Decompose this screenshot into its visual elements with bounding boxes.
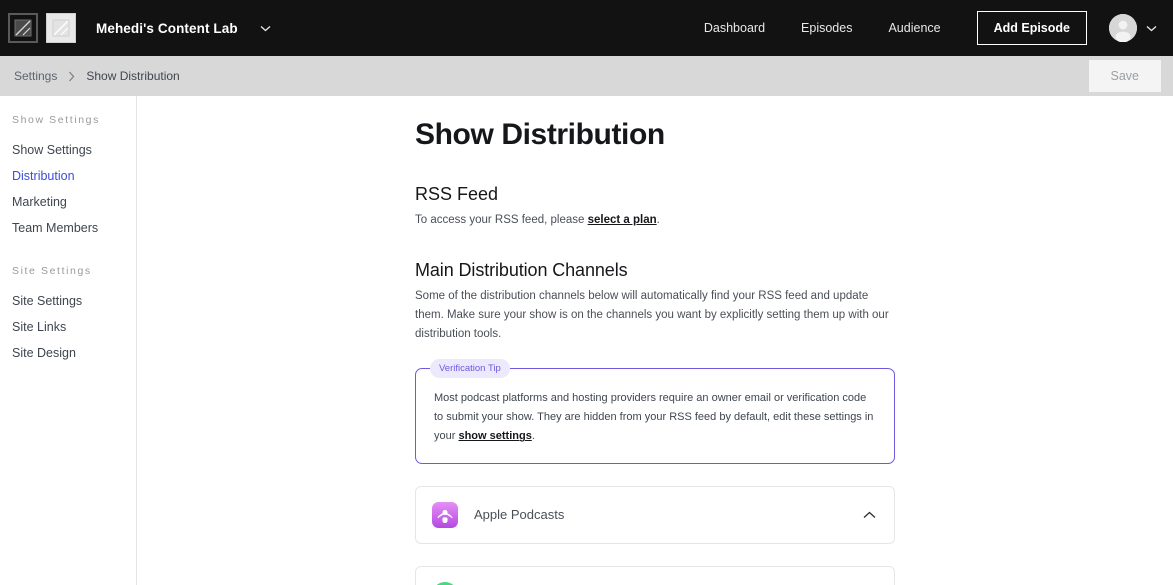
top-navigation-bar: Mehedi's Content Lab Dashboard Episodes …: [0, 0, 1173, 56]
distribution-channels-description: Some of the distribution channels below …: [415, 287, 895, 344]
save-button[interactable]: Save: [1089, 60, 1162, 92]
add-episode-button[interactable]: Add Episode: [977, 11, 1087, 45]
select-a-plan-link[interactable]: select a plan: [588, 214, 657, 226]
sidebar-item-show-settings[interactable]: Show Settings: [0, 137, 136, 163]
breadcrumb-item-settings[interactable]: Settings: [14, 69, 57, 83]
sidebar-item-distribution[interactable]: Distribution: [0, 163, 136, 189]
user-avatar-icon: [1109, 14, 1137, 42]
account-menu[interactable]: [1109, 14, 1157, 42]
rss-text-before: To access your RSS feed, please: [415, 214, 588, 226]
spacer: [415, 230, 895, 260]
page-title: Show Distribution: [415, 118, 895, 152]
brand-name: Mehedi's Content Lab: [96, 21, 238, 36]
sidebar-item-marketing[interactable]: Marketing: [0, 189, 136, 215]
apple-podcasts-icon: [432, 502, 458, 528]
rss-feed-description: To access your RSS feed, please select a…: [415, 211, 895, 230]
tip-text-after: .: [532, 430, 535, 442]
breadcrumb-bar: Settings Show Distribution Save: [0, 56, 1173, 96]
verification-tip-callout: Verification Tip Most podcast platforms …: [415, 368, 895, 464]
page-shell: Show Settings Show Settings Distribution…: [0, 96, 1173, 585]
verification-tip-text: Most podcast platforms and hosting provi…: [434, 389, 876, 447]
image-placeholder-icon: [8, 13, 38, 43]
sidebar-group-title-show-settings: Show Settings: [0, 114, 136, 126]
rss-text-after: .: [657, 214, 660, 226]
image-placeholder-icon: [46, 13, 76, 43]
breadcrumb-item-show-distribution[interactable]: Show Distribution: [86, 69, 179, 83]
sidebar-group-title-site-settings: Site Settings: [0, 265, 136, 277]
main-content: Show Distribution RSS Feed To access you…: [137, 96, 1173, 585]
spotify-icon: [432, 582, 458, 585]
brand-group[interactable]: Mehedi's Content Lab: [8, 13, 271, 43]
nav-link-audience[interactable]: Audience: [870, 21, 958, 35]
sidebar-item-site-links[interactable]: Site Links: [0, 314, 136, 340]
nav-link-dashboard[interactable]: Dashboard: [686, 21, 783, 35]
chevron-down-icon[interactable]: [260, 25, 271, 32]
channel-card-apple-podcasts[interactable]: Apple Podcasts: [415, 486, 895, 544]
chevron-up-icon[interactable]: [863, 511, 876, 519]
distribution-channels-heading: Main Distribution Channels: [415, 260, 895, 281]
nav-link-episodes[interactable]: Episodes: [783, 21, 870, 35]
show-settings-link[interactable]: show settings: [458, 430, 531, 442]
top-nav-right: Dashboard Episodes Audience Add Episode: [686, 11, 1157, 45]
channel-name: Apple Podcasts: [474, 507, 564, 522]
rss-feed-heading: RSS Feed: [415, 184, 895, 205]
sidebar-item-site-settings[interactable]: Site Settings: [0, 288, 136, 314]
chevron-down-icon[interactable]: [1146, 19, 1157, 37]
verification-tip-label: Verification Tip: [430, 359, 510, 379]
sidebar-item-team-members[interactable]: Team Members: [0, 215, 136, 241]
chevron-right-icon: [68, 71, 75, 82]
sidebar-item-site-design[interactable]: Site Design: [0, 340, 136, 366]
settings-sidebar: Show Settings Show Settings Distribution…: [0, 96, 137, 585]
channel-card-spotify[interactable]: Spotify: [415, 566, 895, 585]
